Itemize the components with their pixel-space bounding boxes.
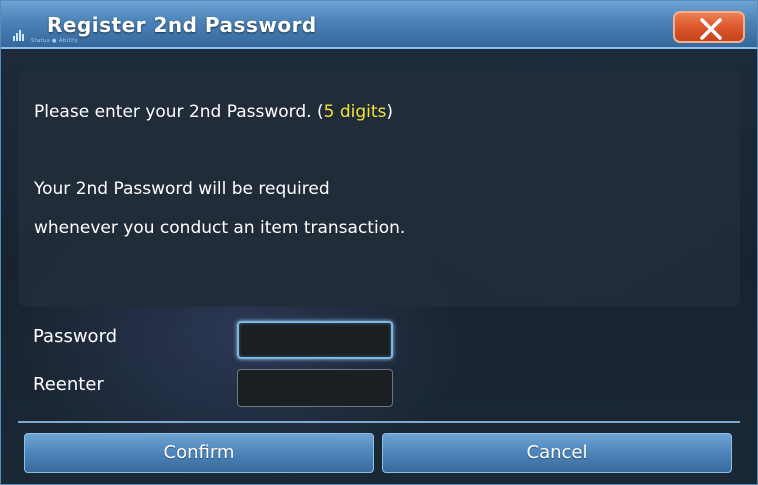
prompt-suffix: ) — [386, 102, 394, 122]
confirm-button[interactable]: Confirm — [24, 433, 374, 473]
dialog-title: Register 2nd Password — [47, 13, 317, 37]
reenter-label: Reenter — [33, 374, 104, 395]
info-line-2: whenever you conduct an item transaction… — [34, 218, 406, 238]
password-label: Password — [33, 326, 118, 347]
close-button[interactable] — [673, 11, 745, 43]
cancel-button[interactable]: Cancel — [382, 433, 732, 473]
password-input[interactable] — [237, 321, 393, 359]
close-x-icon — [700, 18, 722, 40]
prompt-prefix: Please enter your 2nd Password. ( — [34, 102, 324, 122]
signal-bars-icon — [13, 29, 27, 41]
digit-requirement: 5 digits — [323, 102, 387, 122]
reenter-input[interactable] — [237, 369, 393, 407]
message-panel: Please enter your 2nd Password. (5 digit… — [18, 71, 740, 307]
title-bar[interactable]: Register 2nd Password Status ● Ability — [1, 1, 757, 49]
prompt-text: Please enter your 2nd Password. (5 digit… — [34, 102, 393, 122]
footer-divider — [18, 421, 740, 423]
title-subtitle: Status ● Ability — [31, 38, 79, 44]
info-line-1: Your 2nd Password will be required — [34, 179, 330, 199]
register-password-dialog: Register 2nd Password Status ● Ability P… — [0, 0, 758, 485]
